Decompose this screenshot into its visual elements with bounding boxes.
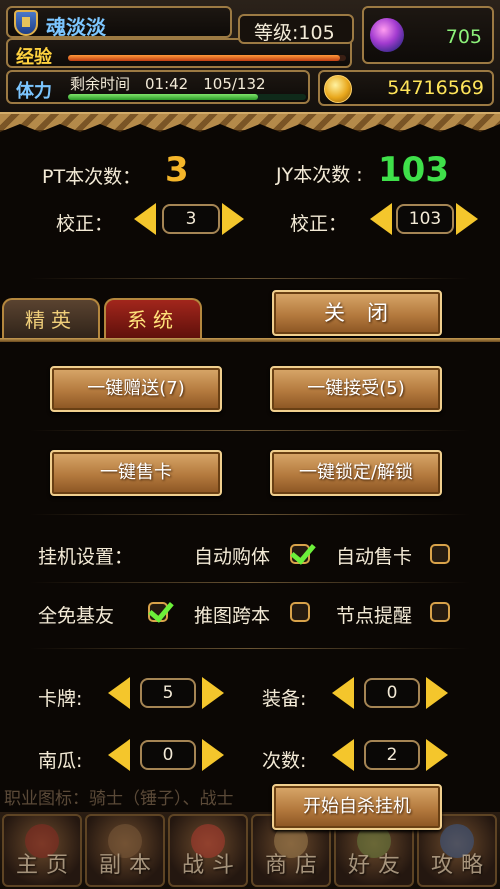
jy-count-value: 103	[378, 150, 449, 190]
jy-adjust-label: 校正：	[290, 213, 348, 235]
exp-bar	[68, 55, 346, 61]
pumpkin-label: 南瓜:	[38, 750, 83, 772]
gem-icon	[370, 18, 404, 52]
stamina-timer-text: 剩余时间 01:42 105/132	[70, 75, 266, 93]
cards-decrease-arrow-icon[interactable]	[108, 677, 130, 709]
gold-coin-icon	[324, 75, 352, 103]
push-cross-label: 推图跨本	[194, 605, 271, 627]
screen: 魂淡淡 经验 等级:105 体力 剩余时间 01:42 105/132 705 …	[0, 0, 500, 889]
lock-unlock-button[interactable]: 一键锁定/解锁	[270, 450, 442, 496]
exp-bar-fill	[68, 55, 341, 61]
pumpkin-value[interactable]: 0	[140, 740, 196, 770]
nav-home[interactable]: 主页	[2, 814, 82, 887]
close-button[interactable]: 关闭	[272, 290, 442, 336]
divider	[30, 430, 470, 431]
node-remind-label: 节点提醒	[336, 605, 413, 627]
gem-count: 705	[445, 26, 482, 48]
times-increase-arrow-icon[interactable]	[426, 739, 448, 771]
pt-count-value: 3	[165, 150, 189, 190]
pumpkin-decrease-arrow-icon[interactable]	[108, 739, 130, 771]
nav-battle-label: 战斗	[181, 853, 242, 878]
equip-label: 装备:	[262, 688, 307, 710]
sell-cards-button[interactable]: 一键售卡	[50, 450, 222, 496]
gold-count: 54716569	[387, 77, 484, 99]
auto-settings-label: 挂机设置：	[38, 546, 134, 568]
auto-sell-cards-checkbox[interactable]	[430, 544, 450, 564]
nav-guide-label: 攻略	[430, 853, 491, 878]
nav-friends-label: 好友	[347, 853, 408, 878]
equip-increase-arrow-icon[interactable]	[426, 677, 448, 709]
times-label: 次数:	[262, 750, 307, 772]
stamina-bar-fill	[68, 94, 259, 100]
tab-underline	[0, 338, 500, 342]
auto-sell-cards-label: 自动售卡	[336, 546, 413, 568]
equip-decrease-arrow-icon[interactable]	[332, 677, 354, 709]
equip-value[interactable]: 0	[364, 678, 420, 708]
level-text: 等级:105	[254, 22, 335, 44]
auto-buy-stamina-label: 自动购体	[194, 546, 271, 568]
rank-shield-icon	[14, 10, 38, 36]
cards-value[interactable]: 5	[140, 678, 196, 708]
stamina-bar	[68, 94, 306, 100]
free-friends-label: 全免基友	[38, 605, 115, 627]
divider	[30, 514, 470, 515]
free-friends-checkbox[interactable]	[148, 602, 168, 622]
stamina-panel: 体力 剩余时间 01:42 105/132	[6, 70, 310, 104]
class-icon-hint: 职业图标：骑士（锤子）、战士	[4, 789, 234, 809]
exp-label: 经验	[16, 47, 52, 68]
node-remind-checkbox[interactable]	[430, 602, 450, 622]
nav-dungeon[interactable]: 副本	[85, 814, 165, 887]
jy-decrease-arrow-icon[interactable]	[370, 203, 392, 235]
jy-count-label: JY本次数 :	[276, 164, 363, 186]
times-value[interactable]: 2	[364, 740, 420, 770]
nav-battle[interactable]: 战斗	[168, 814, 248, 887]
auto-buy-stamina-checkbox[interactable]	[290, 544, 310, 564]
gift-all-button[interactable]: 一键赠送(7)	[50, 366, 222, 412]
cards-increase-arrow-icon[interactable]	[202, 677, 224, 709]
divider	[30, 278, 470, 279]
nav-dungeon-label: 副本	[98, 853, 159, 878]
pt-count-label: PT本次数：	[42, 166, 142, 188]
rope-divider	[0, 112, 500, 132]
player-name: 魂淡淡	[46, 15, 106, 39]
accept-all-button[interactable]: 一键接受(5)	[270, 366, 442, 412]
player-name-panel[interactable]: 魂淡淡	[6, 6, 232, 39]
nav-shop-label: 商店	[264, 853, 325, 878]
push-cross-checkbox[interactable]	[290, 602, 310, 622]
divider	[30, 648, 470, 649]
pt-adjust-label: 校正：	[56, 213, 114, 235]
pumpkin-increase-arrow-icon[interactable]	[202, 739, 224, 771]
start-auto-button[interactable]: 开始自杀挂机	[272, 784, 442, 830]
pt-adjust-value[interactable]: 3	[162, 204, 220, 234]
gold-panel[interactable]: 54716569	[318, 70, 494, 106]
status-bar: 魂淡淡 经验 等级:105 体力 剩余时间 01:42 105/132 705 …	[0, 0, 500, 116]
stamina-label: 体力	[16, 81, 52, 102]
cards-label: 卡牌:	[38, 688, 83, 710]
gem-panel[interactable]: 705	[362, 6, 494, 64]
pt-increase-arrow-icon[interactable]	[222, 203, 244, 235]
pt-decrease-arrow-icon[interactable]	[134, 203, 156, 235]
tab-elite[interactable]: 精英	[2, 298, 100, 340]
divider	[30, 582, 470, 583]
tab-system[interactable]: 系统	[104, 298, 202, 340]
times-decrease-arrow-icon[interactable]	[332, 739, 354, 771]
jy-adjust-value[interactable]: 103	[396, 204, 454, 234]
nav-home-label: 主页	[15, 853, 76, 878]
level-panel: 等级:105	[238, 14, 354, 44]
jy-increase-arrow-icon[interactable]	[456, 203, 478, 235]
